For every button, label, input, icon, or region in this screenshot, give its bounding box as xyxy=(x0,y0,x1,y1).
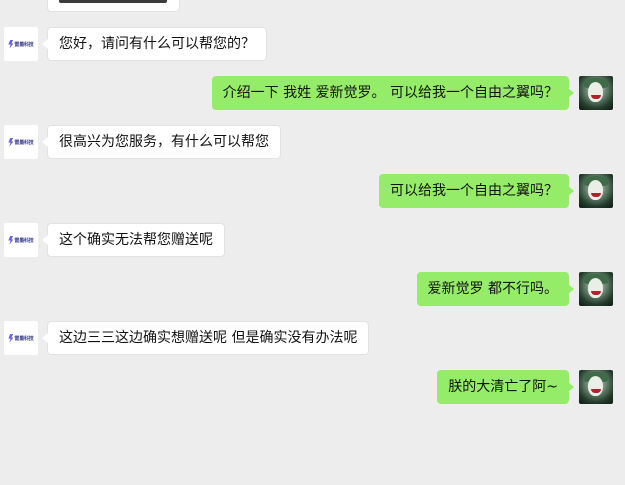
bot-avatar[interactable]: 雷墨科技 xyxy=(4,223,38,257)
bolt-icon xyxy=(8,137,14,147)
bot-message-bubble[interactable]: 很高兴为您服务，有什么可以帮您 xyxy=(42,125,281,159)
user-avatar[interactable] xyxy=(579,370,613,404)
bot-message-bubble[interactable]: 您好，请问有什么可以帮您的？ xyxy=(42,27,267,61)
partial-message-text xyxy=(59,0,167,3)
bot-message-bubble[interactable]: 这个确实无法帮您赠送呢 xyxy=(42,223,225,257)
user-message-bubble[interactable]: 朕的大清亡了阿~ xyxy=(437,370,574,404)
user-avatar[interactable] xyxy=(579,76,613,110)
bot-avatar[interactable]: 雷墨科技 xyxy=(4,27,38,61)
user-avatar[interactable] xyxy=(579,174,613,208)
user-avatar[interactable] xyxy=(579,272,613,306)
chat-window: 雷墨科技 您好，请问有什么可以帮您的？ 介绍一下 我姓 爱新觉罗。 可以给我一个… xyxy=(0,0,625,485)
user-message-bubble[interactable]: 爱新觉罗 都不行吗。 xyxy=(416,272,575,306)
bot-avatar[interactable]: 雷墨科技 xyxy=(4,321,38,355)
bot-brand-label: 雷墨科技 xyxy=(14,41,34,48)
bot-brand-label: 雷墨科技 xyxy=(14,335,34,342)
user-message-bubble[interactable]: 介绍一下 我姓 爱新觉罗。 可以给我一个自由之翼吗？ xyxy=(211,76,575,110)
bot-brand-label: 雷墨科技 xyxy=(14,139,34,146)
bot-avatar[interactable]: 雷墨科技 xyxy=(4,125,38,159)
user-message-bubble[interactable]: 可以给我一个自由之翼吗？ xyxy=(379,174,574,208)
bot-message-bubble[interactable]: 这边三三这边确实想赠送呢 但是确实没有办法呢 xyxy=(41,321,370,355)
bolt-icon xyxy=(8,333,14,343)
bolt-icon xyxy=(8,235,14,245)
partial-message-bubble xyxy=(47,0,180,12)
bolt-icon xyxy=(8,39,14,49)
bot-brand-label: 雷墨科技 xyxy=(14,237,34,244)
